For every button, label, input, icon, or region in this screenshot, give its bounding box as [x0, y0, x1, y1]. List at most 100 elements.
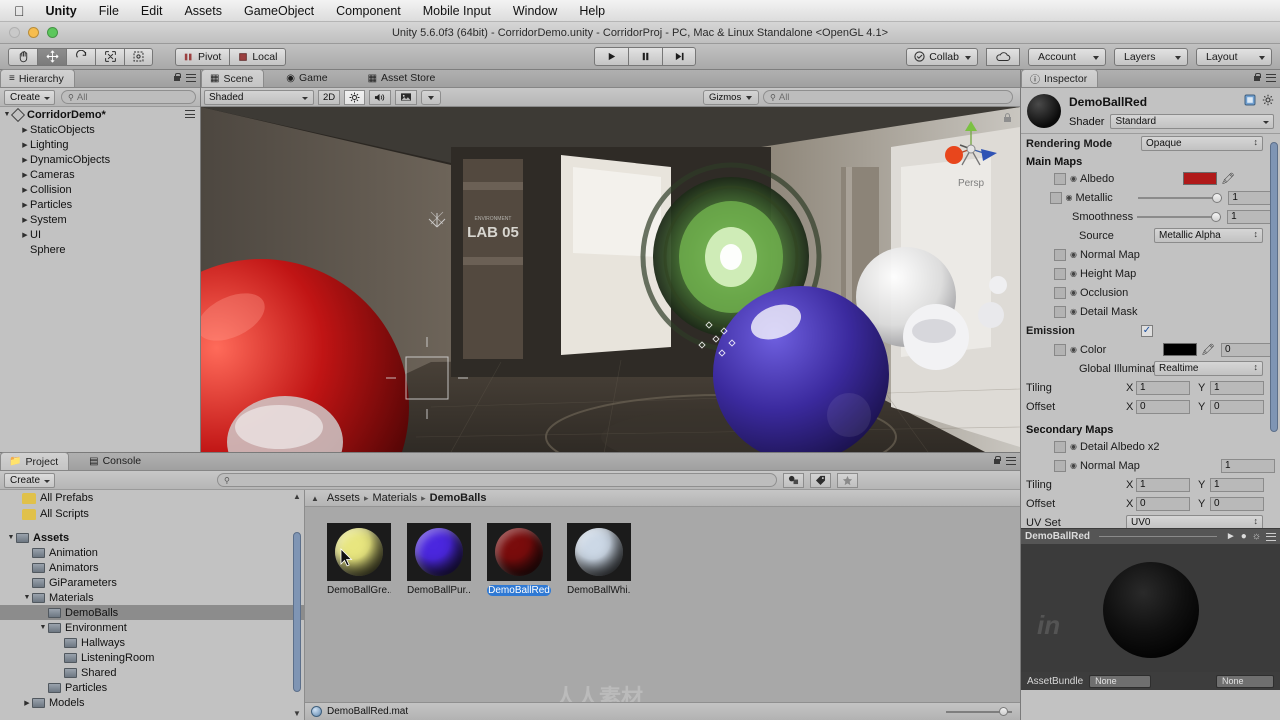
project-tree-item-selected[interactable]: DemoBalls — [0, 605, 304, 620]
sec-offset-x-field[interactable]: 0 — [1136, 496, 1190, 511]
asset-name-label[interactable]: DemoBallWhi... — [567, 585, 631, 596]
source-dropdown[interactable]: Metallic Alpha — [1154, 228, 1263, 243]
pivot-toggle-button[interactable]: Pivot — [175, 47, 230, 66]
gizmos-dropdown[interactable]: Gizmos — [703, 89, 759, 105]
menu-item-window[interactable]: Window — [502, 0, 568, 22]
detail-albedo-texture-slot[interactable] — [1054, 440, 1066, 453]
project-asset-browser[interactable]: ▲ Assets ▸ Materials ▸ DemoBalls DemoBal… — [305, 490, 1020, 720]
smoothness-slider[interactable] — [1137, 211, 1222, 223]
emission-texture-slot[interactable] — [1054, 343, 1066, 356]
detail-mask-texture-slot[interactable] — [1054, 305, 1066, 318]
asset-cell[interactable]: DemoBallPur... — [407, 523, 471, 596]
chevron-down-icon[interactable]: ▼ — [22, 594, 32, 601]
tab-asset-store[interactable]: ▦ Asset Store — [360, 69, 446, 87]
project-favorite-item[interactable]: All Scripts — [0, 506, 304, 522]
asset-zoom-slider[interactable] — [946, 707, 1012, 716]
draw-mode-dropdown[interactable]: Shaded — [204, 89, 314, 105]
hierarchy-item[interactable]: Sphere — [0, 242, 200, 257]
hierarchy-search-input[interactable]: ⚲ All — [61, 90, 196, 104]
project-tree-scrollbar[interactable]: ▲ ▼ — [292, 492, 302, 718]
cloud-button[interactable] — [986, 47, 1020, 66]
scene-fx-toggle[interactable] — [395, 89, 418, 105]
albedo-texture-slot[interactable] — [1054, 172, 1066, 185]
menu-item-edit[interactable]: Edit — [130, 0, 174, 22]
hierarchy-item[interactable]: ▶ DynamicObjects — [0, 152, 200, 167]
chevron-right-icon[interactable]: ▶ — [20, 171, 30, 179]
favorites-button[interactable] — [837, 472, 859, 488]
smoothness-value-field[interactable]: 1 — [1227, 209, 1276, 224]
chevron-right-icon[interactable]: ▶ — [20, 156, 30, 164]
metallic-slider[interactable] — [1138, 192, 1223, 204]
chevron-right-icon[interactable]: ▶ — [20, 141, 30, 149]
assetbundle-name-dropdown[interactable]: None — [1089, 674, 1152, 688]
menu-item-unity[interactable]: Unity — [35, 0, 88, 22]
occlusion-texture-slot[interactable] — [1054, 286, 1066, 299]
scene-audio-toggle[interactable] — [369, 89, 392, 105]
hierarchy-item[interactable]: ▶ Cameras — [0, 167, 200, 182]
material-preview-area[interactable]: in — [1021, 544, 1280, 672]
project-menu-icon[interactable] — [1006, 456, 1016, 465]
project-tree-item[interactable]: Shared — [0, 665, 304, 680]
eyedropper-icon[interactable]: 🖍 — [1201, 343, 1215, 356]
project-tree-item[interactable]: ▶ Models — [0, 695, 304, 710]
detail-albedo-toggle-icon[interactable]: ◉ — [1070, 442, 1077, 451]
tiling-x-field[interactable]: 1 — [1136, 380, 1190, 395]
filter-by-label-button[interactable] — [810, 472, 832, 488]
asset-thumbnail[interactable] — [487, 523, 551, 581]
step-button[interactable] — [662, 47, 696, 66]
project-tree-item[interactable]: Animation — [0, 545, 304, 560]
emission-color-toggle-icon[interactable]: ◉ — [1070, 345, 1077, 354]
breadcrumb-assets[interactable]: Assets — [327, 492, 360, 504]
lock-icon[interactable] — [1253, 73, 1261, 82]
hierarchy-item[interactable]: ▶ StaticObjects — [0, 122, 200, 137]
rotate-tool-button[interactable] — [66, 47, 95, 66]
sec-offset-y-field[interactable]: 0 — [1210, 496, 1264, 511]
chevron-right-icon[interactable]: ▶ — [22, 699, 32, 707]
asset-name-label[interactable]: DemoBallGre... — [327, 585, 391, 596]
scene-viewport[interactable]: LAB 05 ENVIRONMENT Persp — [201, 107, 1020, 470]
normal-map-toggle-icon[interactable]: ◉ — [1070, 250, 1077, 259]
chevron-right-icon[interactable]: ▶ — [20, 231, 30, 239]
asset-cell[interactable]: DemoBallGre... — [327, 523, 391, 596]
menu-item-mobile-input[interactable]: Mobile Input — [412, 0, 502, 22]
local-toggle-button[interactable]: Local — [229, 47, 287, 66]
move-tool-button[interactable] — [37, 47, 66, 66]
chevron-down-icon[interactable]: ▼ — [38, 624, 48, 631]
offset-y-field[interactable]: 0 — [1210, 399, 1264, 414]
project-create-button[interactable]: Create — [4, 472, 56, 488]
inspector-menu-icon[interactable] — [1266, 73, 1276, 82]
uv-set-dropdown[interactable]: UV0 — [1126, 515, 1263, 528]
tab-hierarchy[interactable]: ≡ Hierarchy — [0, 69, 75, 87]
scene-view-gizmo[interactable]: Persp — [940, 115, 1002, 201]
emission-checkbox[interactable]: ✓ — [1141, 324, 1153, 337]
hierarchy-item[interactable]: ▶ Particles — [0, 197, 200, 212]
hierarchy-scene-menu-icon[interactable] — [185, 110, 195, 118]
secondary-normal-texture-slot[interactable] — [1054, 459, 1066, 472]
metallic-value-field[interactable]: 1 — [1228, 190, 1275, 205]
rect-tool-button[interactable] — [124, 47, 153, 66]
project-tree-item[interactable]: ▼ Materials — [0, 590, 304, 605]
tab-inspector[interactable]: ⓘ Inspector — [1021, 69, 1099, 87]
scale-tool-button[interactable] — [95, 47, 124, 66]
tab-console[interactable]: ▤ Console — [81, 452, 151, 470]
secondary-normal-toggle-icon[interactable]: ◉ — [1070, 461, 1077, 470]
apple-logo-icon[interactable]:  — [14, 2, 35, 20]
project-folder-tree[interactable]: All Prefabs All Scripts ▼ Assets Animation A… — [0, 490, 305, 720]
detail-mask-toggle-icon[interactable]: ◉ — [1070, 307, 1077, 316]
scene-fx-dropdown[interactable] — [421, 89, 442, 105]
project-tree-item[interactable]: Particles — [0, 680, 304, 695]
hierarchy-menu-icon[interactable] — [186, 73, 196, 82]
chevron-right-icon[interactable]: ▶ — [20, 216, 30, 224]
asset-name-label[interactable]: DemoBallPur... — [407, 585, 471, 596]
asset-name-label[interactable]: DemoBallRed — [487, 585, 551, 596]
preview-play-icon[interactable]: ► — [1226, 531, 1236, 542]
global-illumination-dropdown[interactable]: Realtime — [1154, 361, 1263, 376]
chevron-right-icon[interactable]: ▶ — [20, 201, 30, 209]
project-search-input[interactable]: ⚲ — [217, 473, 778, 487]
lock-icon[interactable] — [173, 73, 181, 82]
hierarchy-item[interactable]: ▶ System — [0, 212, 200, 227]
tab-game[interactable]: ◉ Game — [278, 69, 337, 87]
hand-tool-button[interactable] — [8, 47, 37, 66]
open-icon[interactable] — [1244, 94, 1256, 109]
layers-button[interactable]: Layers — [1114, 47, 1188, 66]
